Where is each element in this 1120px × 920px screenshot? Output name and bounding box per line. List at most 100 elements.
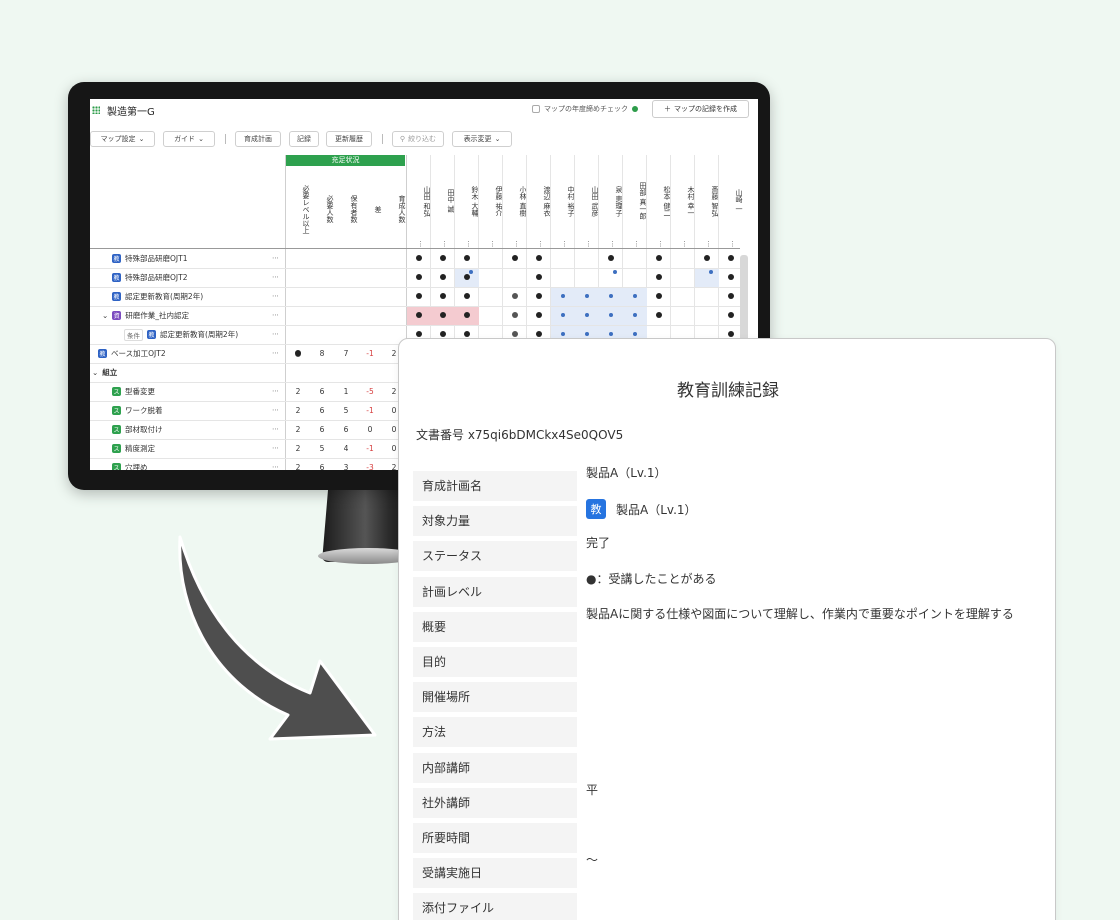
help-icon[interactable] — [632, 106, 638, 112]
kebab-icon[interactable]: ⋮ — [441, 240, 448, 248]
kebab-icon[interactable]: ⋮ — [705, 240, 712, 248]
plan-level-dot[interactable] — [609, 332, 613, 336]
row-more-icon[interactable]: ⋯ — [272, 444, 279, 452]
row-more-icon[interactable]: ⋯ — [272, 349, 279, 357]
row-more-icon[interactable]: ⋯ — [272, 406, 279, 414]
person-column-header[interactable]: 渡辺 麻衣 — [527, 159, 551, 241]
skill-level-dot[interactable] — [464, 274, 470, 280]
skill-level-dot[interactable] — [728, 255, 734, 261]
kebab-icon[interactable]: ⋮ — [561, 240, 568, 248]
kebab-icon[interactable]: ⋮ — [489, 240, 496, 248]
skill-level-dot[interactable] — [416, 274, 422, 280]
skill-level-dot[interactable] — [536, 274, 542, 280]
skill-level-dot[interactable] — [416, 255, 422, 261]
plan-level-dot[interactable] — [585, 313, 589, 317]
kebab-icon[interactable]: ⋮ — [537, 240, 544, 248]
kebab-icon[interactable]: ⋮ — [465, 240, 472, 248]
plan-level-dot[interactable] — [613, 270, 617, 274]
row-label[interactable]: ⌄ 組立 — [92, 363, 117, 382]
skill-level-dot[interactable] — [512, 255, 518, 261]
person-column-header[interactable]: 山田 和弘 — [407, 159, 431, 241]
chevron-down-icon[interactable]: ⌄ — [102, 311, 108, 320]
row-more-icon[interactable]: ⋯ — [272, 254, 279, 262]
person-column-header[interactable]: 泉 恵理子 — [599, 159, 623, 241]
skill-level-dot[interactable] — [536, 331, 542, 337]
skill-level-dot[interactable] — [440, 255, 446, 261]
row-more-icon[interactable]: ⋯ — [272, 463, 279, 470]
row-label[interactable]: スワーク脱着 — [112, 401, 163, 420]
skill-level-dot[interactable] — [728, 274, 734, 280]
row-label[interactable]: ス部材取付け — [112, 420, 163, 439]
skill-level-dot[interactable] — [536, 255, 542, 261]
person-column-header[interactable]: 松本 健二 — [647, 159, 671, 241]
plan-level-dot[interactable] — [609, 313, 613, 317]
display-change-button[interactable]: 表示変更 ⌄ — [452, 131, 512, 147]
row-more-icon[interactable]: ⋯ — [272, 311, 279, 319]
plan-level-dot[interactable] — [633, 332, 637, 336]
skill-level-dot[interactable] — [704, 255, 710, 261]
skill-level-dot[interactable] — [728, 331, 734, 337]
skill-level-dot[interactable] — [728, 312, 734, 318]
person-column-header[interactable]: 鈴木 大輔 — [455, 159, 479, 241]
skill-level-dot[interactable] — [656, 293, 662, 299]
skill-level-dot[interactable] — [608, 255, 614, 261]
row-label[interactable]: ス型番変更 — [112, 382, 155, 401]
plan-level-dot[interactable] — [585, 294, 589, 298]
kebab-icon[interactable]: ⋮ — [681, 240, 688, 248]
plan-level-dot[interactable] — [469, 270, 473, 274]
plan-level-dot[interactable] — [561, 313, 565, 317]
skill-level-dot[interactable] — [536, 293, 542, 299]
kebab-icon[interactable]: ⋮ — [729, 240, 736, 248]
row-label[interactable]: 教特殊部品研磨OJT1 — [112, 249, 187, 268]
skill-level-dot[interactable] — [656, 312, 662, 318]
plan-level-dot[interactable] — [561, 332, 565, 336]
guide-button[interactable]: ガイド ⌄ — [163, 131, 215, 147]
training-plan-button[interactable]: 育成計画 — [235, 131, 281, 147]
record-button[interactable]: 記録 — [289, 131, 319, 147]
person-column-header[interactable]: 田部 真一郎 — [623, 159, 647, 241]
skill-level-dot[interactable] — [464, 293, 470, 299]
person-column-header[interactable]: 小林 直樹 — [503, 159, 527, 241]
row-label[interactable]: 教特殊部品研磨OJT2 — [112, 268, 187, 287]
skill-level-dot[interactable] — [464, 312, 470, 318]
kebab-icon[interactable]: ⋮ — [609, 240, 616, 248]
update-history-button[interactable]: 更新履歴 — [326, 131, 372, 147]
row-more-icon[interactable]: ⋯ — [272, 425, 279, 433]
plan-level-dot[interactable] — [585, 332, 589, 336]
filter-button[interactable]: ⚲ 絞り込む — [392, 131, 444, 147]
chevron-down-icon[interactable]: ⌄ — [92, 368, 98, 377]
skill-level-dot[interactable] — [536, 312, 542, 318]
map-settings-button[interactable]: マップ設定 ⌄ — [90, 131, 155, 147]
row-more-icon[interactable]: ⋯ — [272, 387, 279, 395]
kebab-icon[interactable]: ⋮ — [585, 240, 592, 248]
skill-level-dot[interactable] — [656, 255, 662, 261]
person-column-header[interactable]: 田中 誠 — [431, 159, 455, 241]
skill-level-dot[interactable] — [464, 331, 470, 337]
skill-level-dot[interactable] — [416, 312, 422, 318]
row-more-icon[interactable]: ⋯ — [272, 273, 279, 281]
plan-level-dot[interactable] — [633, 294, 637, 298]
skill-level-dot[interactable] — [728, 293, 734, 299]
person-column-header[interactable]: 木村 幸一 — [671, 159, 695, 241]
skill-level-dot[interactable] — [512, 312, 518, 318]
kebab-icon[interactable]: ⋮ — [633, 240, 640, 248]
skill-level-dot[interactable] — [416, 293, 422, 299]
person-column-header[interactable]: 山崎 一 — [719, 159, 743, 241]
kebab-icon[interactable]: ⋮ — [657, 240, 664, 248]
skill-level-dot[interactable] — [440, 331, 446, 337]
row-more-icon[interactable]: ⋯ — [272, 330, 279, 338]
person-column-header[interactable]: 中村 裕子 — [551, 159, 575, 241]
yearend-checkbox[interactable] — [532, 105, 540, 113]
row-label[interactable]: ス穴埋め — [112, 458, 148, 470]
plan-level-dot[interactable] — [633, 313, 637, 317]
plan-level-dot[interactable] — [709, 270, 713, 274]
kebab-icon[interactable]: ⋮ — [417, 240, 424, 248]
skill-level-dot[interactable] — [440, 274, 446, 280]
app-grid-icon[interactable] — [92, 106, 100, 114]
row-label[interactable]: 教ベース加工OJT2 — [98, 344, 166, 363]
row-more-icon[interactable]: ⋯ — [272, 292, 279, 300]
yearend-check[interactable]: マップの年度締めチェック — [532, 104, 638, 114]
row-label[interactable]: 教認定更新教育(周期2年) — [112, 287, 203, 306]
plan-level-dot[interactable] — [609, 294, 613, 298]
row-label[interactable]: ス精度測定 — [112, 439, 155, 458]
